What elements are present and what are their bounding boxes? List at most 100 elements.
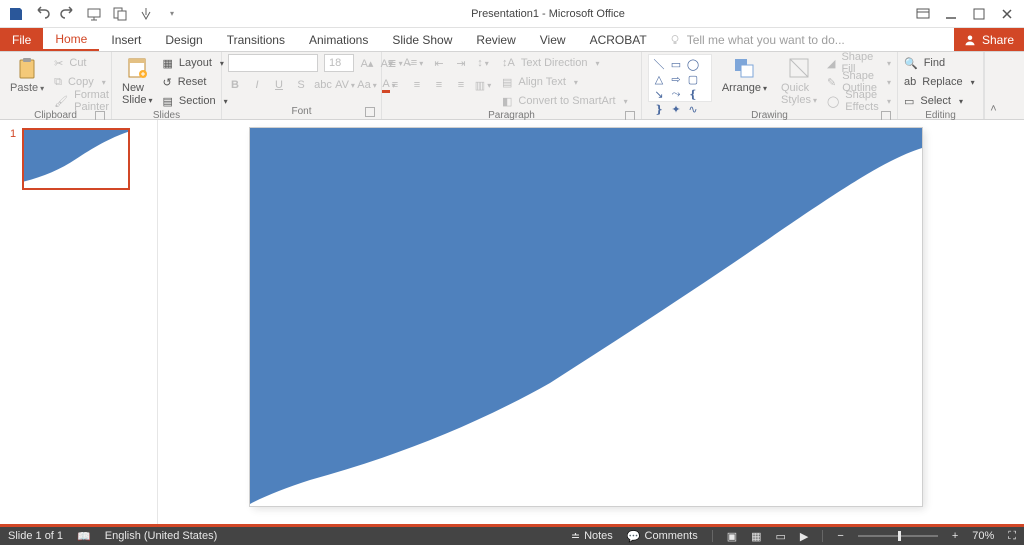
bullets-icon[interactable]: ≣ bbox=[388, 56, 402, 70]
tab-file[interactable]: File bbox=[0, 28, 43, 51]
shape-rect-icon[interactable]: ▭ bbox=[669, 58, 683, 70]
save-icon[interactable] bbox=[8, 6, 24, 22]
decrease-indent-icon[interactable]: ⇤ bbox=[432, 56, 446, 70]
close-icon[interactable] bbox=[1000, 7, 1014, 21]
underline-icon[interactable]: U bbox=[272, 78, 286, 92]
tab-insert[interactable]: Insert bbox=[99, 28, 153, 51]
start-slideshow-icon[interactable] bbox=[86, 6, 102, 22]
notes-button[interactable]: ≐Notes bbox=[571, 530, 613, 543]
minimize-icon[interactable] bbox=[944, 7, 958, 21]
reset-button[interactable]: ↺Reset bbox=[162, 73, 227, 91]
thumbnail-slide-1[interactable]: 1 bbox=[10, 128, 147, 190]
touch-mode-icon[interactable] bbox=[138, 6, 154, 22]
tab-review[interactable]: Review bbox=[464, 28, 527, 51]
slide-canvas-area[interactable] bbox=[158, 120, 1024, 527]
zoom-slider[interactable] bbox=[858, 535, 938, 537]
section-button[interactable]: ▤Section bbox=[162, 92, 227, 110]
align-left-icon[interactable]: ≡ bbox=[388, 78, 402, 92]
collapse-ribbon-icon[interactable]: ˄ bbox=[984, 52, 1002, 119]
layout-button[interactable]: ▦Layout bbox=[162, 54, 227, 72]
tab-acrobat[interactable]: ACROBAT bbox=[578, 28, 659, 51]
justify-icon[interactable]: ≡ bbox=[454, 78, 468, 92]
change-case-icon[interactable]: Aa bbox=[360, 78, 374, 92]
shape-line2-icon[interactable]: ↘ bbox=[652, 88, 666, 100]
select-button[interactable]: ▭Select bbox=[904, 92, 975, 110]
bold-icon[interactable]: B bbox=[228, 78, 242, 92]
comments-button[interactable]: 💬Comments bbox=[627, 530, 698, 543]
italic-icon[interactable]: I bbox=[250, 78, 264, 92]
undo-icon[interactable] bbox=[34, 6, 50, 22]
status-bar: Slide 1 of 1 📖 English (United States) ≐… bbox=[0, 527, 1024, 545]
char-spacing-icon[interactable]: AV bbox=[338, 78, 352, 92]
ribbon-tabs: File Home Insert Design Transitions Anim… bbox=[0, 28, 1024, 52]
tell-me-search[interactable]: Tell me what you want to do... bbox=[659, 28, 855, 51]
find-button[interactable]: 🔍Find bbox=[904, 54, 975, 72]
new-slide-button[interactable]: New Slide bbox=[118, 54, 156, 108]
group-drawing: ＼ ▭ ◯ △ ⇨ ▢ ↘ ⤳ ❴ ❵ ✦ ∿ Arrange Quick St… bbox=[642, 52, 898, 119]
qat-extra-icon[interactable] bbox=[112, 6, 128, 22]
text-direction-button[interactable]: ↕AText Direction bbox=[502, 54, 628, 72]
shape-line-icon[interactable]: ＼ bbox=[652, 58, 666, 70]
zoom-percent[interactable]: 70% bbox=[972, 530, 994, 542]
numbering-icon[interactable]: ≡ bbox=[410, 56, 424, 70]
line-spacing-icon[interactable]: ↕ bbox=[476, 56, 490, 70]
slide-thumbnails-pane[interactable]: 1 bbox=[0, 120, 158, 527]
zoom-thumb[interactable] bbox=[898, 531, 901, 541]
slideshow-view-icon[interactable]: ▶ bbox=[800, 530, 808, 543]
slide-sorter-view-icon[interactable]: ▦ bbox=[751, 530, 761, 543]
normal-view-icon[interactable]: ▣ bbox=[727, 530, 737, 543]
tab-home[interactable]: Home bbox=[43, 28, 99, 51]
font-size-combo[interactable]: 18 bbox=[324, 54, 354, 72]
align-center-icon[interactable]: ≡ bbox=[410, 78, 424, 92]
share-button[interactable]: Share bbox=[954, 28, 1024, 51]
quick-styles-button[interactable]: Quick Styles bbox=[777, 54, 821, 108]
replace-button[interactable]: abReplace bbox=[904, 73, 975, 91]
increase-font-icon[interactable]: A▴ bbox=[360, 56, 374, 70]
format-painter-button[interactable]: 🖌Format Painter bbox=[54, 92, 109, 110]
font-name-combo[interactable] bbox=[228, 54, 318, 72]
align-text-button[interactable]: ▤Align Text bbox=[502, 73, 628, 91]
cut-button[interactable]: ✂Cut bbox=[54, 54, 109, 72]
reading-view-icon[interactable]: ▭ bbox=[776, 530, 786, 543]
shape-triangle-icon[interactable]: △ bbox=[652, 73, 666, 85]
convert-smartart-button[interactable]: ◧Convert to SmartArt bbox=[502, 92, 628, 110]
slide-counter: Slide 1 of 1 bbox=[8, 530, 63, 542]
tab-transitions[interactable]: Transitions bbox=[215, 28, 297, 51]
tab-animations[interactable]: Animations bbox=[297, 28, 380, 51]
font-dialog-launcher[interactable] bbox=[365, 107, 375, 117]
columns-icon[interactable]: ▥ bbox=[476, 78, 490, 92]
spell-check-icon[interactable]: 📖 bbox=[77, 530, 91, 543]
increase-indent-icon[interactable]: ⇥ bbox=[454, 56, 468, 70]
maximize-icon[interactable] bbox=[972, 7, 986, 21]
shape-brace-icon[interactable]: ❴ bbox=[686, 88, 700, 100]
shape-arrow-icon[interactable]: ⇨ bbox=[669, 73, 683, 85]
qat-customize-icon[interactable] bbox=[164, 6, 180, 22]
group-clipboard: Paste ✂Cut ⧉Copy 🖌Format Painter Clipboa… bbox=[0, 52, 112, 119]
zoom-out-icon[interactable]: − bbox=[837, 530, 843, 542]
shape-rrec-icon[interactable]: ▢ bbox=[686, 73, 700, 85]
thumbnail-preview[interactable] bbox=[22, 128, 130, 190]
workspace: 1 bbox=[0, 120, 1024, 527]
shapes-gallery[interactable]: ＼ ▭ ◯ △ ⇨ ▢ ↘ ⤳ ❴ ❵ ✦ ∿ bbox=[648, 54, 712, 102]
shape-oval-icon[interactable]: ◯ bbox=[686, 58, 700, 70]
redo-icon[interactable] bbox=[60, 6, 76, 22]
arrange-button[interactable]: Arrange bbox=[718, 54, 771, 96]
freeform-shape[interactable] bbox=[250, 128, 922, 504]
paste-button[interactable]: Paste bbox=[6, 54, 48, 96]
shape-effects-button[interactable]: ◯Shape Effects bbox=[827, 92, 891, 110]
zoom-in-icon[interactable]: + bbox=[952, 530, 958, 542]
slide-1[interactable] bbox=[250, 128, 922, 506]
language-status[interactable]: English (United States) bbox=[105, 530, 218, 542]
fit-to-window-icon[interactable]: ⛶ bbox=[1008, 530, 1016, 543]
tab-view[interactable]: View bbox=[528, 28, 578, 51]
shadow-icon[interactable]: S bbox=[294, 78, 308, 92]
shape-conn-icon[interactable]: ⤳ bbox=[669, 88, 683, 100]
tab-slide-show[interactable]: Slide Show bbox=[380, 28, 464, 51]
ribbon-display-options-icon[interactable] bbox=[916, 7, 930, 21]
strikethrough-icon[interactable]: abc bbox=[316, 78, 330, 92]
lightbulb-icon bbox=[669, 34, 681, 46]
tab-design[interactable]: Design bbox=[153, 28, 214, 51]
title-bar: Presentation1 - Microsoft Office bbox=[0, 0, 1024, 28]
align-right-icon[interactable]: ≡ bbox=[432, 78, 446, 92]
new-slide-label: New Slide bbox=[122, 82, 152, 106]
